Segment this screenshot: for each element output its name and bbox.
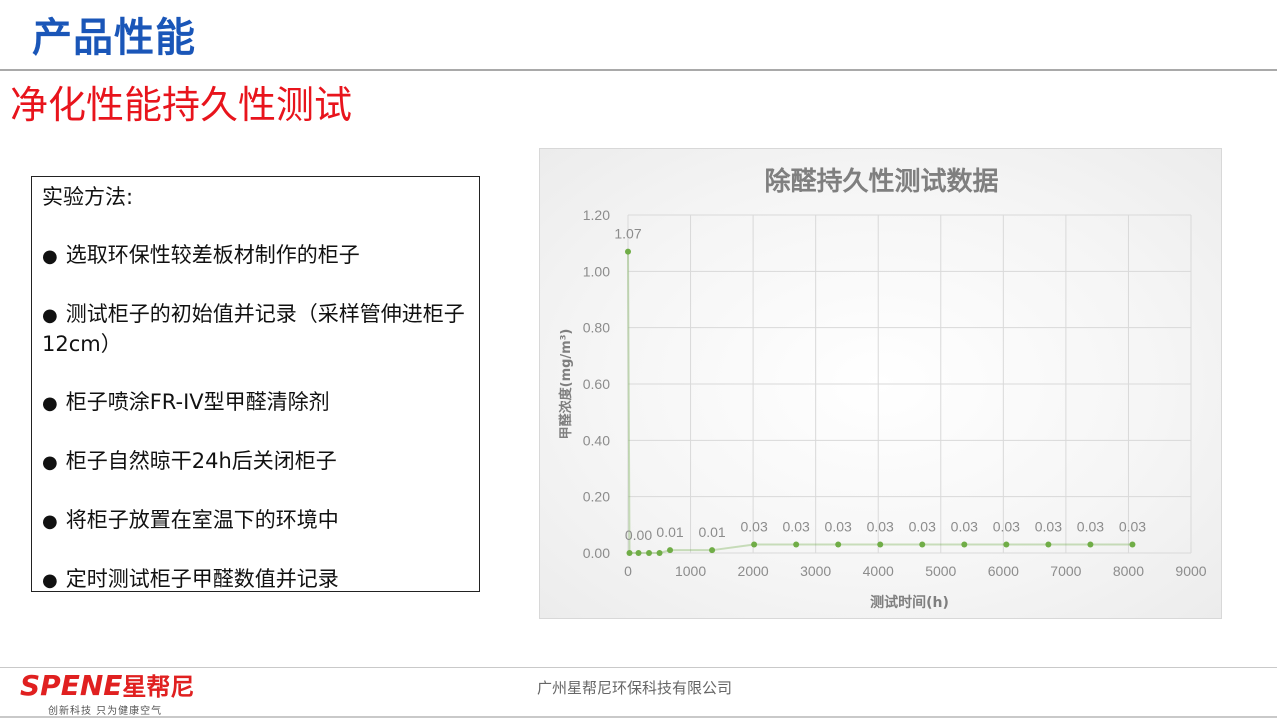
data-label: 0.03 [1077,519,1104,535]
y-axis-title: 甲醛浓度(mg/m³) [558,329,574,440]
data-label: 0.03 [1119,519,1146,535]
method-item-text: 定时测试柜子甲醛数值并记录 [65,567,339,591]
bullet-icon: ● [42,511,58,532]
method-item-text: 测试柜子的初始值并记录（采样管伸进柜子12cm） [42,302,465,356]
footer-bottom-divider [0,716,1277,718]
data-point [1087,541,1094,548]
data-point [919,541,926,548]
method-item-text: 柜子自然晾干24h后关闭柜子 [65,449,337,473]
x-tick-label: 5000 [925,563,956,579]
x-tick-label: 3000 [800,563,831,579]
x-tick-label: 7000 [1050,563,1081,579]
data-point [877,541,884,548]
method-box: 实验方法: ● 选取环保性较差板材制作的柜子 ● 测试柜子的初始值并记录（采样管伸进… [31,176,480,592]
x-tick-label: 4000 [863,563,894,579]
title-divider [0,69,1277,71]
method-item: ● 选取环保性较差板材制作的柜子 [42,241,469,271]
page-title: 产品性能 [32,15,196,61]
data-point [626,550,633,556]
data-label: 0.03 [993,519,1020,535]
data-point [635,550,642,556]
y-tick-label: 0.80 [583,320,610,336]
data-point [1129,541,1136,548]
data-label: 1.07 [614,226,641,242]
method-item: ● 将柜子放置在室温下的环境中 [42,506,469,536]
bullet-icon: ● [42,452,58,473]
bullet-icon: ● [42,246,58,267]
data-point [835,541,842,548]
chart-panel: 除醛持久性测试数据 0.00 0.20 0.40 0.60 0.80 1.00 1.20 0 1… [539,148,1222,619]
data-point [709,547,716,554]
data-label: 0.01 [656,524,683,540]
method-item: ● 柜子喷涂FR-IV型甲醛清除剂 [42,388,469,418]
series-line [627,251,1133,554]
data-point [625,248,631,255]
y-tick-label: 0.20 [583,489,610,505]
method-item-text: 柜子喷涂FR-IV型甲醛清除剂 [65,390,330,414]
method-item-text: 将柜子放置在室温下的环境中 [65,508,339,532]
data-label: 0.00 [625,527,652,543]
method-item: ● 定时测试柜子甲醛数值并记录 [42,565,469,595]
x-tick-label: 2000 [738,563,769,579]
method-item: ● 柜子自然晾干24h后关闭柜子 [42,447,469,477]
method-heading: 实验方法: [42,185,134,209]
logo-latin: SPENE [20,669,123,702]
method-item-text: 选取环保性较差板材制作的柜子 [65,243,360,267]
data-label: 0.03 [909,519,936,535]
x-tick-label: 9000 [1175,563,1206,579]
x-tick-label: 0 [624,563,632,579]
data-label: 0.03 [825,519,852,535]
footer-divider [0,667,1277,668]
data-label: 0.03 [951,519,978,535]
y-tick-label: 0.60 [583,376,610,392]
x-axis-title: 测试时间(h) [870,594,949,611]
method-item: ● 测试柜子的初始值并记录（采样管伸进柜子12cm） [42,300,469,359]
section-subtitle: 净化性能持久性测试 [10,83,353,127]
bullet-icon: ● [42,570,58,591]
y-tick-label: 1.00 [583,263,610,279]
data-point [793,541,800,548]
bullet-icon: ● [42,393,58,414]
data-point [1045,541,1052,548]
data-label: 0.03 [867,519,894,535]
company-name: 广州星帮尼环保科技有限公司 [537,679,733,697]
data-point [1003,541,1010,548]
data-point [646,550,653,556]
data-label: 0.03 [1035,519,1062,535]
slogan: 创新科技 只为健康空气 [48,706,163,717]
company-logo: SPENE星帮尼 [20,670,194,703]
x-tick-label: 6000 [988,563,1019,579]
data-label: 0.01 [698,524,725,540]
data-point [961,541,968,548]
data-point [656,550,663,556]
y-tick-label: 1.20 [583,207,610,223]
data-label: 0.03 [740,519,767,535]
logo-cn: 星帮尼 [122,673,195,701]
y-tick-label: 0.00 [583,545,610,561]
y-tick-label: 0.40 [583,432,610,448]
data-label: 0.03 [783,519,810,535]
chart-svg: 0.00 0.20 0.40 0.60 0.80 1.00 1.20 0 1000 2000 300… [558,207,1207,611]
data-point [667,547,674,554]
data-point [751,541,758,548]
bullet-icon: ● [42,305,58,326]
x-tick-label: 1000 [675,563,706,579]
x-tick-label: 8000 [1113,563,1144,579]
